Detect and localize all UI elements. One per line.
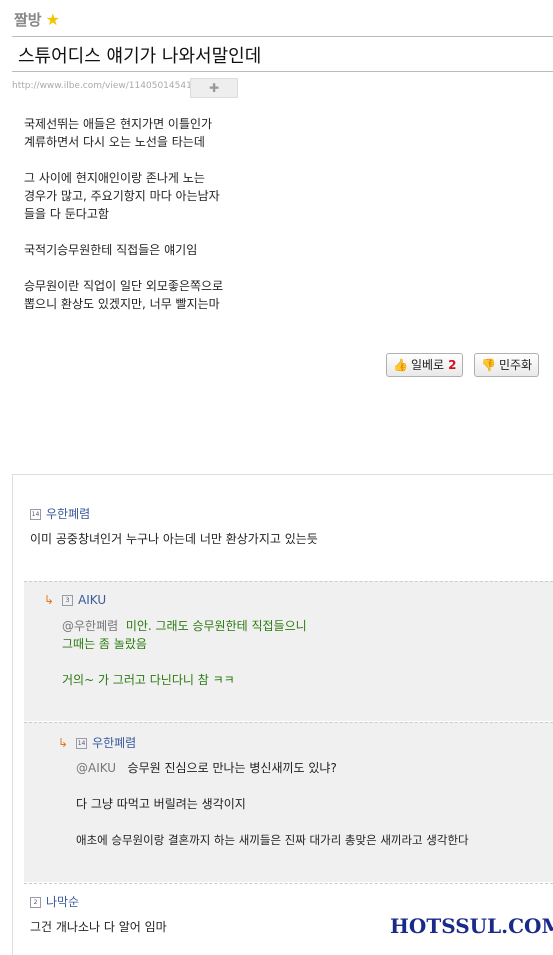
post-body: 국제선뛰는 애들은 현지가면 이틀인가 계류하면서 다시 오는 노선을 타는데 … (24, 115, 524, 331)
divider (24, 722, 553, 723)
level-badge: 14 (30, 509, 41, 520)
comment-author[interactable]: AIKU (78, 593, 106, 607)
comment-text: 그건 개나소나 다 알어 임마 (30, 920, 167, 934)
mention[interactable]: @AIKU (76, 761, 116, 775)
downvote-button[interactable]: 👎 민주화 (474, 353, 540, 377)
comment-author[interactable]: 우한폐렴 (92, 736, 136, 750)
thumbs-down-icon: 👎 (481, 358, 496, 372)
thumbs-up-icon: 👍 (393, 358, 408, 372)
comment-reply: ↳ 3 AIKU (44, 593, 106, 607)
level-badge: 2 (30, 897, 41, 908)
upvote-button[interactable]: 👍 일베로 2 (386, 353, 464, 377)
watermark: HOTSSUL.COM (390, 914, 553, 938)
level-badge: 14 (76, 738, 88, 749)
puzzle-icon: ✚ (190, 78, 238, 98)
post-paragraph: 국제선뛰는 애들은 현지가면 이틀인가 계류하면서 다시 오는 노선을 타는데 (24, 117, 213, 149)
divider (24, 883, 553, 884)
post-title: 스튜어디스 얘기가 나와서말인데 (18, 46, 262, 67)
comment: 14 우한폐렴 이미 공중창녀인거 누구나 아는데 너만 환상가지고 있는듯 (30, 505, 318, 548)
comment-author[interactable]: 나막순 (46, 895, 79, 909)
divider (12, 71, 553, 72)
comment-author[interactable]: 우한폐렴 (46, 507, 90, 521)
post-url[interactable]: http://www.ilbe.com/view/11405014541 (12, 81, 192, 91)
comment: 2 나막순 그건 개나소나 다 알어 임마 (30, 893, 167, 936)
level-badge: 3 (62, 595, 74, 606)
reply-arrow-icon: ↳ (58, 736, 69, 750)
star-icon: ★ (45, 10, 60, 29)
comment-reply: ↳ 14 우한폐렴 (58, 734, 136, 751)
mention[interactable]: @우한폐렴 (62, 619, 118, 633)
comment-text: @우한폐렴 미안. 그래도 승무원한테 직접들으니 그때는 좀 놀랐음 거의~ … (62, 619, 307, 687)
comment-text: @AIKU 승무원 진심으로 만나는 병신새끼도 있냐? 다 그냥 따먹고 버릴… (76, 761, 469, 847)
comment-text: 이미 공중창녀인거 누구나 아는데 너만 환상가지고 있는듯 (30, 532, 318, 546)
post-paragraph: 그 사이에 현지애인이랑 존나게 노는 경우가 많고, 주요기항지 마다 아는남… (24, 171, 220, 221)
upvote-count: 2 (448, 358, 457, 372)
divider (12, 36, 553, 37)
board-name[interactable]: 짤방 ★ (14, 9, 60, 30)
post-paragraph: 국적기승무원한테 직접들은 얘기임 (24, 243, 198, 257)
post-paragraph: 승무원이란 직업이 일단 외모좋은쪽으로 뽑으니 환상도 있겠지만, 너무 빨지… (24, 279, 224, 311)
divider (24, 581, 553, 582)
reply-arrow-icon: ↳ (44, 593, 55, 607)
